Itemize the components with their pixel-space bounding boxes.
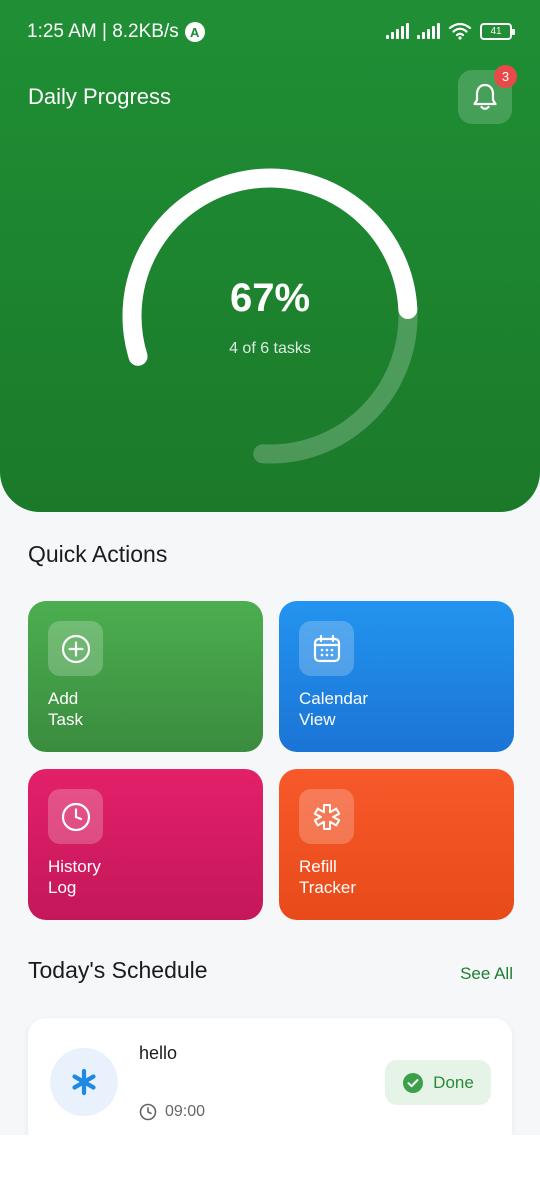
schedule-item-time-row: 09:00: [139, 1103, 205, 1121]
refill-tracker-label: Refill Tracker: [299, 857, 356, 897]
progress-ring-fill: [122, 168, 418, 366]
status-bar: 1:25 AM | 8.2KB/s A 41: [0, 0, 540, 66]
progress-percent: 67%: [229, 276, 311, 320]
asterisk-icon: [72, 1068, 96, 1096]
add-task-label: Add Task: [48, 689, 83, 729]
check-circle-icon: [403, 1072, 424, 1093]
clock-icon: [139, 1103, 157, 1121]
schedule-title: Today's Schedule: [28, 957, 208, 983]
battery-level: 41: [490, 25, 502, 37]
calendar-view-label: Calendar View: [299, 689, 368, 729]
status-right: 41: [386, 22, 515, 40]
quick-actions-title: Quick Actions: [28, 541, 168, 567]
schedule-item-avatar: [50, 1048, 118, 1116]
plus-circle-icon: [48, 621, 103, 676]
add-task-card[interactable]: Add Task: [28, 601, 263, 752]
refill-tracker-card[interactable]: Refill Tracker: [279, 769, 514, 920]
progress-task-count: 4 of 6 tasks: [229, 340, 311, 357]
schedule-item-name: hello: [139, 1043, 178, 1063]
bottom-area: [0, 1135, 540, 1200]
wifi-icon: [448, 22, 472, 40]
status-time-speed: 1:25 AM | 8.2KB/s: [27, 21, 179, 42]
app-notification-icon: A: [184, 22, 205, 42]
signal-icon: [386, 23, 409, 39]
page-title: Daily Progress: [28, 84, 172, 109]
done-status-label: Done: [433, 1072, 474, 1092]
calendar-view-card[interactable]: Calendar View: [279, 601, 514, 752]
done-status-button[interactable]: Done: [385, 1060, 491, 1105]
schedule-item[interactable]: hello 09:00 Done: [28, 1018, 512, 1148]
medical-star-icon: [299, 789, 354, 844]
calendar-icon: [299, 621, 354, 676]
history-log-label: History Log: [48, 857, 101, 897]
battery-icon: 41: [480, 22, 515, 40]
history-log-card[interactable]: History Log: [28, 769, 263, 920]
see-all-link[interactable]: See All: [460, 964, 513, 984]
schedule-item-time: 09:00: [165, 1103, 206, 1120]
bell-icon: [473, 83, 497, 110]
status-left: 1:25 AM | 8.2KB/s A: [27, 21, 205, 43]
notification-badge: 3: [494, 65, 517, 88]
clock-icon: [48, 789, 103, 844]
signal-icon: [417, 23, 440, 39]
